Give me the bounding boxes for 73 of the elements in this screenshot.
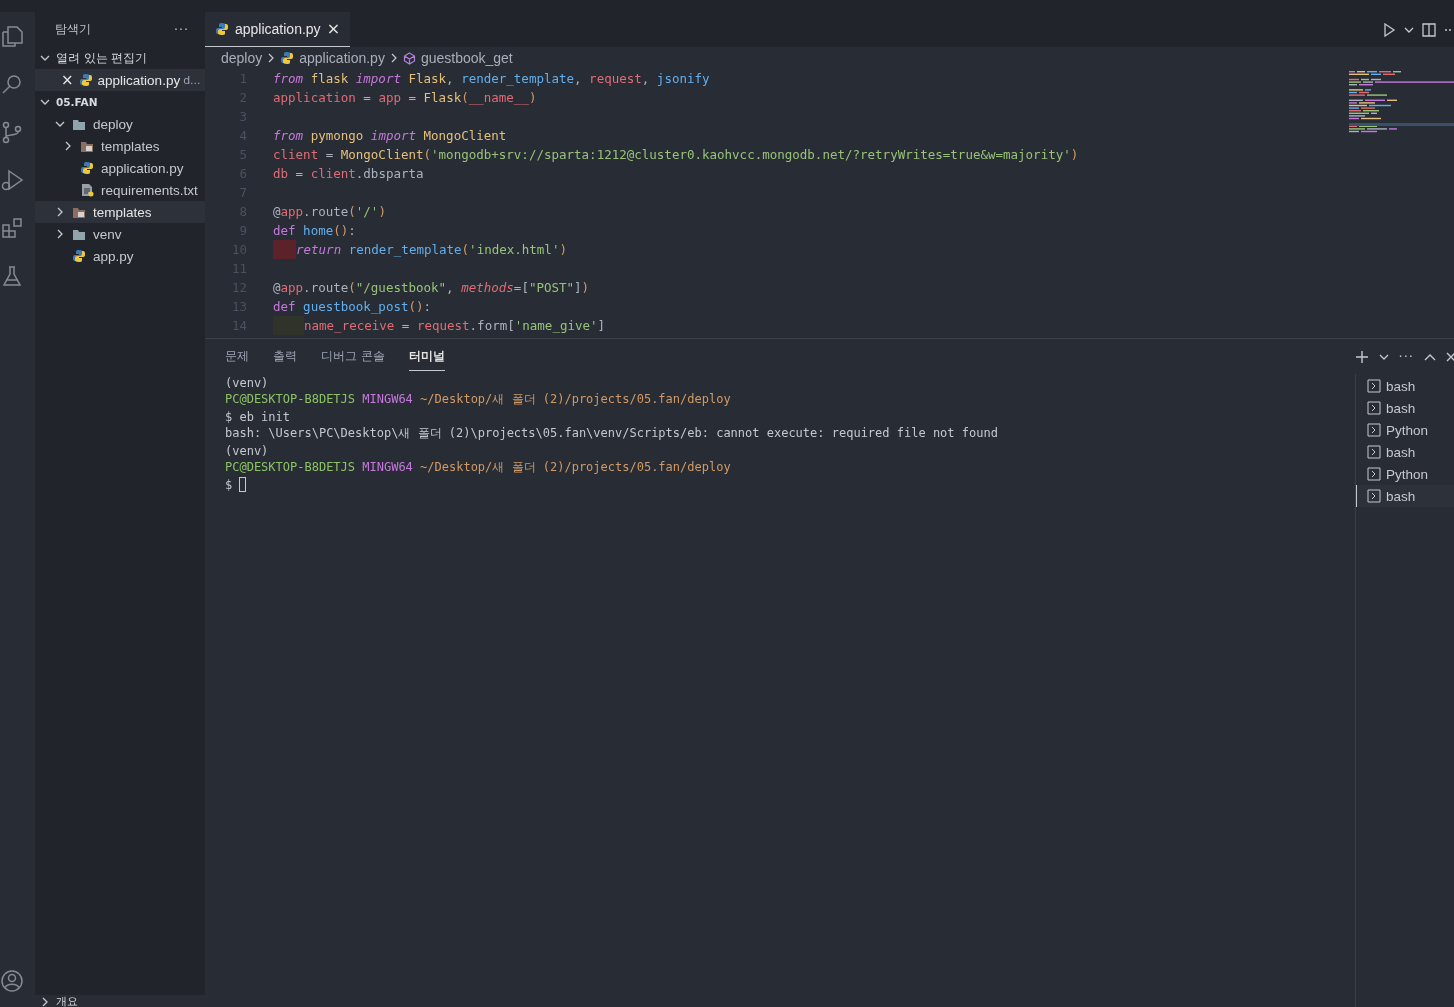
terminal-icon [1367, 467, 1381, 481]
extensions-icon[interactable] [0, 216, 24, 240]
close-icon[interactable] [1446, 350, 1454, 363]
code-line: return render_template('index.html') [296, 242, 567, 257]
code-line: name_receive = request.form['name_give'] [304, 318, 606, 333]
tree-item[interactable]: requirements.txt [35, 179, 205, 201]
terminal-line: $ [225, 477, 233, 492]
code-line: client = MongoClient('mongodb+srv://sparta:1212@cluster0.kaohvcc.mongodb.net/?retryWrites=true&w=majority') [273, 147, 1079, 162]
code-line: from flask import Flask, render_template, request, jsonify [273, 71, 710, 86]
terminal-icon [1367, 423, 1381, 437]
add-icon[interactable] [1354, 349, 1369, 364]
terminal-icon [1367, 379, 1381, 393]
folder-hint: d... [183, 73, 201, 87]
terminal-icon [1367, 401, 1381, 415]
tree-item[interactable]: templates [35, 201, 205, 223]
code-line: db = client.dbsparta [273, 166, 424, 181]
tree-item[interactable]: templates [35, 135, 205, 157]
method-icon [402, 51, 416, 65]
terminal-item[interactable]: bash [1356, 397, 1454, 419]
terminal-line: PC@DESKTOP-B8DETJS MINGW64 ~/Desktop/새 폴더 (2)/projects/05.fan/deploy [225, 391, 731, 408]
close-button[interactable]: × [326, 21, 341, 37]
search-icon[interactable] [0, 72, 24, 96]
python-icon [280, 51, 295, 65]
tree-item[interactable]: application.py [35, 157, 205, 179]
more-button[interactable]: ··· [1398, 349, 1414, 364]
code-line: application = app = Flask(__name__) [273, 90, 537, 105]
panel-tab[interactable]: 출력 [273, 342, 297, 371]
chevron-right-icon [389, 53, 398, 63]
terminal-icon [1367, 445, 1381, 459]
code-line: @app.route("/guestbook", methods=["POST"]) [273, 280, 590, 295]
source-control-icon[interactable] [0, 120, 24, 144]
flask-icon[interactable] [0, 264, 24, 288]
breadcrumb-item[interactable]: guestbook_get [420, 50, 513, 66]
tree-item[interactable]: venv [35, 223, 205, 245]
chevron-right-icon [267, 53, 276, 63]
split-editor-icon[interactable] [1422, 22, 1436, 37]
terminal-item[interactable]: bash [1356, 441, 1454, 463]
code-line: from pymongo import MongoClient [273, 128, 507, 143]
terminal-item[interactable]: bash [1356, 485, 1454, 507]
tree-item[interactable]: deploy [35, 113, 205, 135]
terminal-item[interactable]: bash [1356, 375, 1454, 397]
tree-item[interactable]: app.py [35, 245, 205, 267]
code-line: def guestbook_post(): [273, 299, 432, 314]
terminal-cursor [239, 477, 247, 492]
close-button[interactable]: × [61, 72, 74, 88]
account-icon[interactable] [0, 969, 24, 993]
run-icon[interactable] [1382, 22, 1396, 37]
open-editor-item[interactable]: × application.py d... [35, 69, 205, 91]
terminal-item[interactable]: Python [1356, 463, 1454, 485]
more-button[interactable]: ··· [174, 22, 189, 37]
panel-tab[interactable]: 디버그 콘솔 [321, 342, 385, 371]
section-header[interactable]: 05.FAN [35, 91, 205, 113]
terminal-line: (venv) [225, 375, 269, 390]
files-icon[interactable] [0, 24, 24, 48]
terminal-icon [1367, 489, 1381, 503]
run-debug-icon[interactable] [0, 168, 24, 192]
panel-tab[interactable]: 터미널 [408, 342, 445, 371]
breadcrumb-item[interactable]: application.py [299, 50, 385, 66]
section-header[interactable]: 열려 있는 편집기 [35, 47, 205, 69]
terminal-line: $ eb init [225, 409, 291, 424]
code-line: def home(): [273, 223, 356, 238]
section-header[interactable]: 개요 [35, 995, 205, 1007]
terminal-line: PC@DESKTOP-B8DETJS MINGW64 ~/Desktop/새 폴더 (2)/projects/05.fan/deploy [225, 459, 731, 476]
python-icon [215, 22, 229, 36]
python-icon [78, 73, 93, 87]
terminal-line: (venv) [225, 443, 269, 458]
sidebar-title: 탐색기 [55, 22, 91, 37]
panel-tab[interactable]: 문제 [225, 342, 249, 371]
editor-tab[interactable]: application.py × [205, 12, 351, 47]
terminal-line: bash: \Users\PC\Desktop\새 폴더 (2)\projects\05.fan\venv/Scripts/eb: cannot execute: required file not found [225, 425, 998, 442]
breadcrumb-item[interactable]: deploy [221, 50, 263, 66]
terminal-item[interactable]: Python [1356, 419, 1454, 441]
code-line: @app.route('/') [273, 204, 386, 219]
